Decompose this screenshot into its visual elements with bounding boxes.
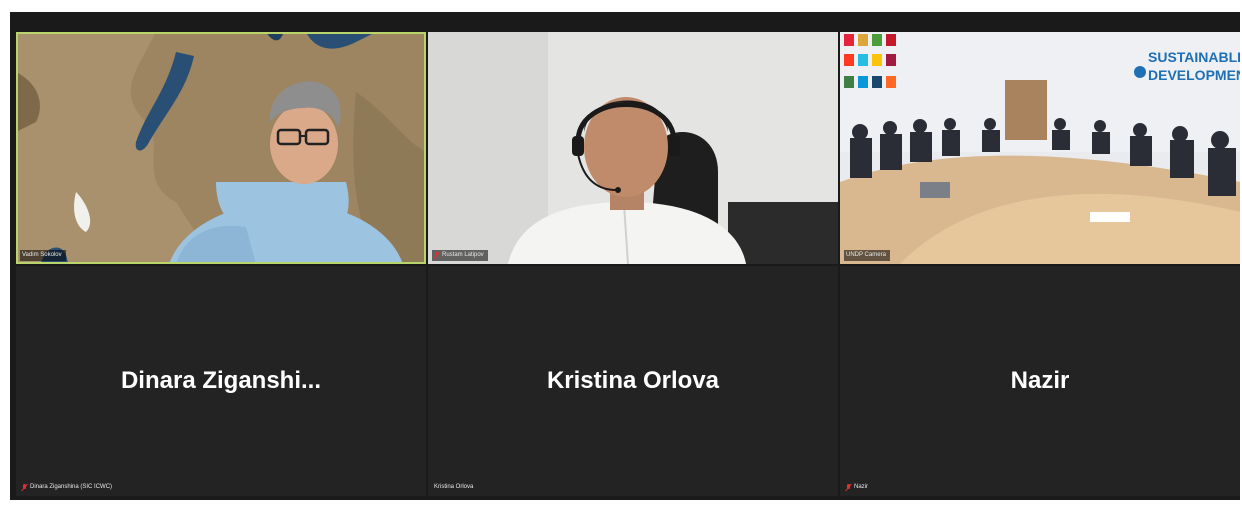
participant-name: Rustam Latipov [442,252,484,258]
participant-name-tag: Nazir [844,482,872,493]
banner-text-2: DEVELOPMENT [1148,67,1240,83]
participant-name: Dinara Ziganshina (SIC ICWC) [30,484,113,490]
participant-name-tag: Kristina Orlova [432,482,477,493]
muted-mic-icon [22,484,28,491]
video-feed-office [428,32,838,264]
participant-display-name: Dinara Ziganshi... [120,367,322,394]
participant-display-name: Nazir [1010,367,1070,394]
participant-display-name: Kristina Orlova [546,367,720,394]
muted-mic-icon [434,252,440,259]
participant-name: Kristina Orlova [434,484,474,490]
video-feed-map-background [16,32,426,264]
avatar-tile-1[interactable]: Dinara Ziganshi... Dinara Ziganshina (SI… [16,266,426,496]
participant-name: UNDP Camera [846,252,886,258]
avatar-tile-2[interactable]: Kristina Orlova Kristina Orlova [428,266,838,496]
participant-name: Vadim Sokolov [22,252,62,258]
video-tile-1[interactable]: Vadim Sokolov [16,32,426,264]
participant-name-tag: Dinara Ziganshina (SIC ICWC) [20,482,116,493]
video-tile-2[interactable]: Rustam Latipov [428,32,838,264]
muted-mic-icon [846,484,852,491]
video-tile-3[interactable]: SUSTAINABLE DEVELOPMENT UNDP Camera [840,32,1240,264]
video-feed-conference-room: SUSTAINABLE DEVELOPMENT [840,32,1240,264]
meeting-gallery: Vadim Sokolov Rustam Latipov SUSTAINABLE… [10,12,1240,500]
banner-text-1: SUSTAINABLE [1148,49,1240,65]
participant-name-tag: Rustam Latipov [432,250,488,261]
participant-name-tag: Vadim Sokolov [20,250,66,261]
participant-name: Nazir [854,484,869,490]
participant-name-tag: UNDP Camera [844,250,890,261]
avatar-tile-3[interactable]: Nazir Nazir [840,266,1240,496]
